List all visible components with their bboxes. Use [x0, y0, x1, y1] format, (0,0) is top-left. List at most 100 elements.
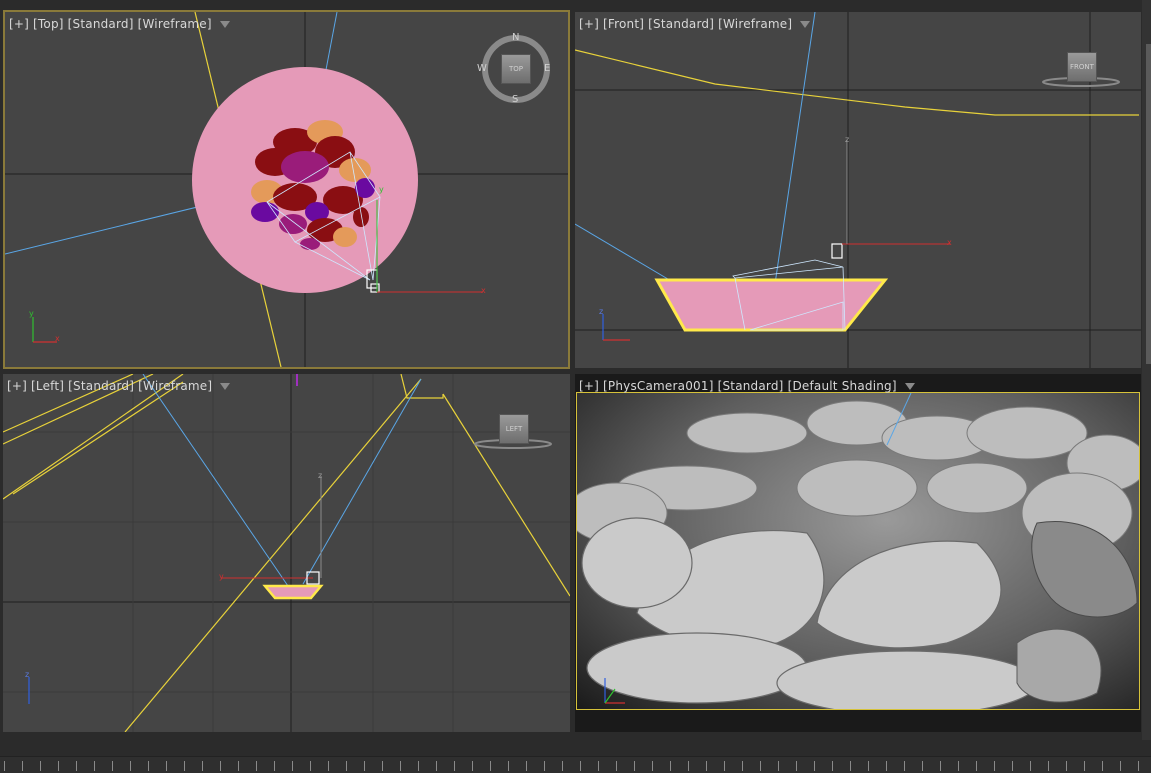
- viewport-top[interactable]: [+] [Top] [Standard] [Wireframe] x y y x…: [3, 10, 570, 369]
- viewport-menu-plus[interactable]: [+]: [7, 379, 27, 393]
- timeline-tick: [130, 761, 131, 771]
- viewport-standard[interactable]: [Standard]: [718, 379, 784, 393]
- viewport-point-of-view[interactable]: [Top]: [33, 17, 64, 31]
- timeline-tick: [400, 761, 401, 771]
- viewport-left-label[interactable]: [+] [Left] [Standard] [Wireframe]: [7, 379, 231, 393]
- filter-icon[interactable]: [904, 383, 915, 390]
- timeline-tick: [472, 761, 473, 771]
- timeline-tick: [778, 761, 779, 771]
- viewport-front-label[interactable]: [+] [Front] [Standard] [Wireframe]: [579, 17, 811, 31]
- viewcube-front[interactable]: FRONT: [1041, 50, 1121, 90]
- timeline-tick: [328, 761, 329, 771]
- timeline-tick: [1048, 761, 1049, 771]
- timeline-tick: [796, 761, 797, 771]
- timeline-tick: [508, 761, 509, 771]
- timeline-tick: [652, 761, 653, 771]
- timeline-tick: [616, 761, 617, 771]
- timeline-tick: [940, 761, 941, 771]
- filter-icon[interactable]: [800, 21, 811, 28]
- viewcube-front-face[interactable]: FRONT: [1067, 52, 1097, 82]
- timeline-tick: [994, 761, 995, 771]
- viewport-point-of-view[interactable]: [PhysCamera001]: [603, 379, 714, 393]
- viewport-shading[interactable]: [Wireframe]: [718, 17, 792, 31]
- timeline-tick: [274, 761, 275, 771]
- compass-w: W: [477, 63, 487, 74]
- timeline-tick: [112, 761, 113, 771]
- timeline-ruler[interactable]: [0, 756, 1151, 773]
- timeline-tick: [166, 761, 167, 771]
- viewport-top-label[interactable]: [+] [Top] [Standard] [Wireframe]: [9, 17, 230, 31]
- timeline-tick: [814, 761, 815, 771]
- timeline-tick: [148, 761, 149, 771]
- timeline-tick: [580, 761, 581, 771]
- timeline-tick: [202, 761, 203, 771]
- timeline-tick: [346, 761, 347, 771]
- viewport-menu-plus[interactable]: [+]: [9, 17, 29, 31]
- viewcube-left[interactable]: LEFT: [473, 412, 553, 452]
- viewport-left[interactable]: [+] [Left] [Standard] [Wireframe] y z z LEF…: [3, 374, 570, 732]
- timeline-tick: [904, 761, 905, 771]
- svg-text:z: z: [599, 307, 603, 316]
- viewport-shading[interactable]: [Wireframe]: [138, 379, 212, 393]
- timeline-tick: [544, 761, 545, 771]
- svg-text:y: y: [29, 309, 34, 318]
- viewport-point-of-view[interactable]: [Front]: [603, 17, 644, 31]
- viewport-menu-plus[interactable]: [+]: [579, 379, 599, 393]
- camera-render-scene: [577, 393, 1139, 709]
- timeline-tick: [1120, 761, 1121, 771]
- timeline-tick: [310, 761, 311, 771]
- viewport-camera-label[interactable]: [+] [PhysCamera001] [Standard] [Default Sha…: [579, 379, 915, 393]
- viewport-shading[interactable]: [Wireframe]: [138, 17, 212, 31]
- compass-n: N: [512, 32, 520, 43]
- viewport-standard[interactable]: [Standard]: [648, 17, 714, 31]
- timeline-tick: [832, 761, 833, 771]
- timeline-tick: [634, 761, 635, 771]
- timeline-tick: [1102, 761, 1103, 771]
- timeline-tick: [706, 761, 707, 771]
- timeline-tick: [886, 761, 887, 771]
- svg-text:z: z: [318, 471, 322, 480]
- svg-text:y: y: [219, 572, 224, 581]
- timeline-tick: [1084, 761, 1085, 771]
- timeline-tick: [922, 761, 923, 771]
- panel-scrollbar[interactable]: [1146, 44, 1151, 364]
- compass-s: S: [512, 94, 519, 105]
- viewcube-top[interactable]: TOP N S W E: [477, 32, 551, 105]
- viewport-menu-plus[interactable]: [+]: [579, 17, 599, 31]
- timeline-tick: [724, 761, 725, 771]
- camera-render-area[interactable]: [576, 392, 1140, 710]
- timeline-tick: [976, 761, 977, 771]
- timeline-tick: [40, 761, 41, 771]
- compass-e: E: [544, 63, 551, 74]
- timeline-tick: [562, 761, 563, 771]
- timeline-tick: [1066, 761, 1067, 771]
- viewcube-top-face[interactable]: TOP: [501, 54, 531, 84]
- timeline-tick: [1012, 761, 1013, 771]
- timeline-tick: [526, 761, 527, 771]
- timeline-tick: [1030, 761, 1031, 771]
- viewport-standard[interactable]: [Standard]: [68, 379, 134, 393]
- viewport-point-of-view[interactable]: [Left]: [31, 379, 64, 393]
- plate-left: [262, 584, 324, 600]
- viewport-standard[interactable]: [Standard]: [68, 17, 134, 31]
- plate-front: [654, 278, 889, 332]
- timeline-tick: [490, 761, 491, 771]
- viewport-shading[interactable]: [Default Shading]: [788, 379, 897, 393]
- timeline-tick: [76, 761, 77, 771]
- viewport-camera[interactable]: [+] [PhysCamera001] [Standard] [Default Sha…: [575, 374, 1141, 732]
- axis-x-label: x: [481, 286, 486, 295]
- timeline-tick: [256, 761, 257, 771]
- filter-icon[interactable]: [220, 383, 231, 390]
- timeline-tick: [94, 761, 95, 771]
- timeline-tick: [688, 761, 689, 771]
- filter-icon[interactable]: [219, 21, 230, 28]
- timeline-tick: [418, 761, 419, 771]
- timeline-tick: [292, 761, 293, 771]
- timeline-tick: [238, 761, 239, 771]
- viewcube-left-face[interactable]: LEFT: [499, 414, 529, 444]
- axis-y-label: y: [379, 185, 384, 194]
- timeline-tick: [598, 761, 599, 771]
- timeline-tick: [4, 761, 5, 771]
- viewport-front[interactable]: [+] [Front] [Standard] [Wireframe] x z z FR…: [575, 12, 1141, 368]
- timeline-tick: [958, 761, 959, 771]
